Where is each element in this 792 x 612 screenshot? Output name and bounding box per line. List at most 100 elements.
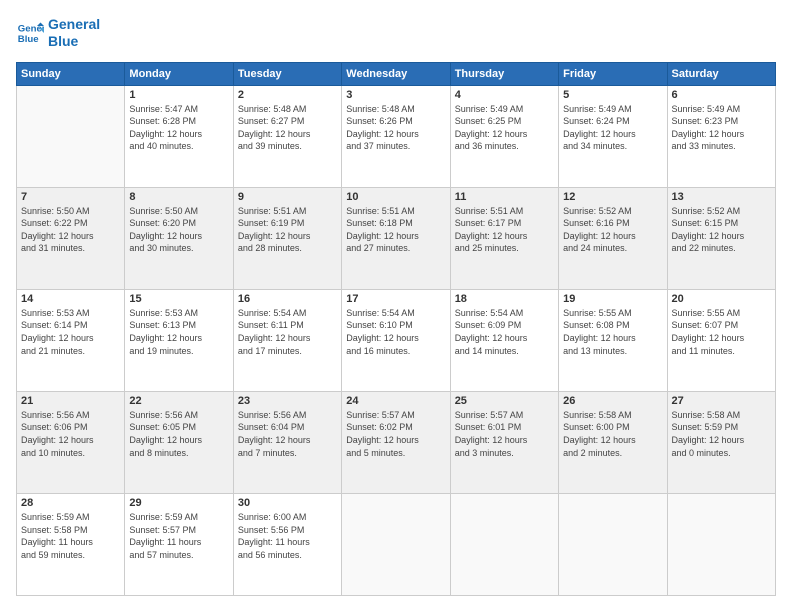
calendar-cell: 25 Sunrise: 5:57 AMSunset: 6:01 PMDayligh…	[450, 391, 558, 493]
day-number: 18	[455, 293, 554, 305]
calendar-cell: 29 Sunrise: 5:59 AMSunset: 5:57 PMDayligh…	[125, 493, 233, 595]
day-info: Sunrise: 6:00 AMSunset: 5:56 PMDaylight:…	[238, 511, 337, 561]
day-info: Sunrise: 5:51 AMSunset: 6:18 PMDaylight:…	[346, 205, 445, 255]
weekday-header-saturday: Saturday	[667, 62, 775, 85]
weekday-header-tuesday: Tuesday	[233, 62, 341, 85]
day-info: Sunrise: 5:49 AMSunset: 6:23 PMDaylight:…	[672, 103, 771, 153]
day-info: Sunrise: 5:53 AMSunset: 6:14 PMDaylight:…	[21, 307, 120, 357]
weekday-header-friday: Friday	[559, 62, 667, 85]
day-info: Sunrise: 5:54 AMSunset: 6:09 PMDaylight:…	[455, 307, 554, 357]
day-info: Sunrise: 5:57 AMSunset: 6:02 PMDaylight:…	[346, 409, 445, 459]
weekday-header-sunday: Sunday	[17, 62, 125, 85]
calendar-cell: 27 Sunrise: 5:58 AMSunset: 5:59 PMDayligh…	[667, 391, 775, 493]
day-number: 1	[129, 89, 228, 101]
calendar-cell: 21 Sunrise: 5:56 AMSunset: 6:06 PMDayligh…	[17, 391, 125, 493]
calendar-cell: 13Sunrise: 5:52 AMSunset: 6:15 PMDayligh…	[667, 187, 775, 289]
calendar-cell: 16Sunrise: 5:54 AMSunset: 6:11 PMDayligh…	[233, 289, 341, 391]
page: General Blue General Blue SundayMondayTu…	[0, 0, 792, 612]
calendar-cell: 15Sunrise: 5:53 AMSunset: 6:13 PMDayligh…	[125, 289, 233, 391]
day-number: 19	[563, 293, 662, 305]
calendar-cell: 30 Sunrise: 6:00 AMSunset: 5:56 PMDayligh…	[233, 493, 341, 595]
calendar-cell: 22Sunrise: 5:56 AMSunset: 6:05 PMDayligh…	[125, 391, 233, 493]
day-number: 29	[129, 497, 228, 509]
day-info: Sunrise: 5:58 AMSunset: 6:00 PMDaylight:…	[563, 409, 662, 459]
weekday-header-wednesday: Wednesday	[342, 62, 450, 85]
calendar-cell	[342, 493, 450, 595]
day-info: Sunrise: 5:57 AMSunset: 6:01 PMDaylight:…	[455, 409, 554, 459]
calendar-cell: 11Sunrise: 5:51 AMSunset: 6:17 PMDayligh…	[450, 187, 558, 289]
calendar-week-4: 21 Sunrise: 5:56 AMSunset: 6:06 PMDayligh…	[17, 391, 776, 493]
day-number: 8	[129, 191, 228, 203]
day-number: 4	[455, 89, 554, 101]
calendar-cell: 9Sunrise: 5:51 AMSunset: 6:19 PMDaylight…	[233, 187, 341, 289]
calendar-cell: 12 Sunrise: 5:52 AMSunset: 6:16 PMDayligh…	[559, 187, 667, 289]
calendar-cell: 28 Sunrise: 5:59 AMSunset: 5:58 PMDayligh…	[17, 493, 125, 595]
calendar-cell: 14 Sunrise: 5:53 AMSunset: 6:14 PMDayligh…	[17, 289, 125, 391]
day-info: Sunrise: 5:55 AMSunset: 6:08 PMDaylight:…	[563, 307, 662, 357]
weekday-header-monday: Monday	[125, 62, 233, 85]
day-number: 6	[672, 89, 771, 101]
day-number: 17	[346, 293, 445, 305]
day-info: Sunrise: 5:59 AMSunset: 5:57 PMDaylight:…	[129, 511, 228, 561]
calendar-cell	[17, 85, 125, 187]
day-number: 14	[21, 293, 120, 305]
calendar-cell	[667, 493, 775, 595]
day-number: 3	[346, 89, 445, 101]
day-number: 25	[455, 395, 554, 407]
calendar-week-1: 1Sunrise: 5:47 AMSunset: 6:28 PMDaylight…	[17, 85, 776, 187]
day-info: Sunrise: 5:56 AMSunset: 6:06 PMDaylight:…	[21, 409, 120, 459]
logo-icon: General Blue	[16, 19, 44, 47]
header: General Blue General Blue	[16, 16, 776, 50]
day-info: Sunrise: 5:55 AMSunset: 6:07 PMDaylight:…	[672, 307, 771, 357]
logo-text-line1: General	[48, 16, 100, 33]
calendar-cell: 8 Sunrise: 5:50 AMSunset: 6:20 PMDaylight…	[125, 187, 233, 289]
day-info: Sunrise: 5:54 AMSunset: 6:10 PMDaylight:…	[346, 307, 445, 357]
calendar-cell: 17 Sunrise: 5:54 AMSunset: 6:10 PMDayligh…	[342, 289, 450, 391]
weekday-header-thursday: Thursday	[450, 62, 558, 85]
day-info: Sunrise: 5:56 AMSunset: 6:04 PMDaylight:…	[238, 409, 337, 459]
calendar-cell: 6 Sunrise: 5:49 AMSunset: 6:23 PMDaylight…	[667, 85, 775, 187]
day-info: Sunrise: 5:49 AMSunset: 6:25 PMDaylight:…	[455, 103, 554, 153]
day-number: 13	[672, 191, 771, 203]
day-number: 9	[238, 191, 337, 203]
day-number: 2	[238, 89, 337, 101]
day-info: Sunrise: 5:58 AMSunset: 5:59 PMDaylight:…	[672, 409, 771, 459]
day-number: 24	[346, 395, 445, 407]
day-number: 28	[21, 497, 120, 509]
day-info: Sunrise: 5:53 AMSunset: 6:13 PMDaylight:…	[129, 307, 228, 357]
logo: General Blue General Blue	[16, 16, 100, 50]
day-info: Sunrise: 5:50 AMSunset: 6:22 PMDaylight:…	[21, 205, 120, 255]
calendar-cell: 23 Sunrise: 5:56 AMSunset: 6:04 PMDayligh…	[233, 391, 341, 493]
logo-text-line2: Blue	[48, 33, 100, 50]
day-number: 11	[455, 191, 554, 203]
day-number: 23	[238, 395, 337, 407]
day-info: Sunrise: 5:59 AMSunset: 5:58 PMDaylight:…	[21, 511, 120, 561]
day-number: 7	[21, 191, 120, 203]
calendar-cell: 26 Sunrise: 5:58 AMSunset: 6:00 PMDayligh…	[559, 391, 667, 493]
day-number: 20	[672, 293, 771, 305]
calendar-cell: 18 Sunrise: 5:54 AMSunset: 6:09 PMDayligh…	[450, 289, 558, 391]
day-number: 27	[672, 395, 771, 407]
calendar-cell	[559, 493, 667, 595]
calendar-cell: 5Sunrise: 5:49 AMSunset: 6:24 PMDaylight…	[559, 85, 667, 187]
day-number: 26	[563, 395, 662, 407]
calendar-table: SundayMondayTuesdayWednesdayThursdayFrid…	[16, 62, 776, 596]
calendar-cell	[450, 493, 558, 595]
day-number: 21	[21, 395, 120, 407]
day-info: Sunrise: 5:50 AMSunset: 6:20 PMDaylight:…	[129, 205, 228, 255]
day-info: Sunrise: 5:48 AMSunset: 6:26 PMDaylight:…	[346, 103, 445, 153]
calendar-cell: 19 Sunrise: 5:55 AMSunset: 6:08 PMDayligh…	[559, 289, 667, 391]
calendar-cell: 7 Sunrise: 5:50 AMSunset: 6:22 PMDaylight…	[17, 187, 125, 289]
calendar-week-5: 28 Sunrise: 5:59 AMSunset: 5:58 PMDayligh…	[17, 493, 776, 595]
day-info: Sunrise: 5:52 AMSunset: 6:16 PMDaylight:…	[563, 205, 662, 255]
day-number: 16	[238, 293, 337, 305]
svg-text:Blue: Blue	[18, 34, 39, 45]
day-number: 10	[346, 191, 445, 203]
day-info: Sunrise: 5:49 AMSunset: 6:24 PMDaylight:…	[563, 103, 662, 153]
calendar-cell: 4 Sunrise: 5:49 AMSunset: 6:25 PMDaylight…	[450, 85, 558, 187]
calendar-week-3: 14 Sunrise: 5:53 AMSunset: 6:14 PMDayligh…	[17, 289, 776, 391]
day-number: 30	[238, 497, 337, 509]
day-number: 12	[563, 191, 662, 203]
calendar-cell: 24 Sunrise: 5:57 AMSunset: 6:02 PMDayligh…	[342, 391, 450, 493]
calendar-cell: 3 Sunrise: 5:48 AMSunset: 6:26 PMDaylight…	[342, 85, 450, 187]
